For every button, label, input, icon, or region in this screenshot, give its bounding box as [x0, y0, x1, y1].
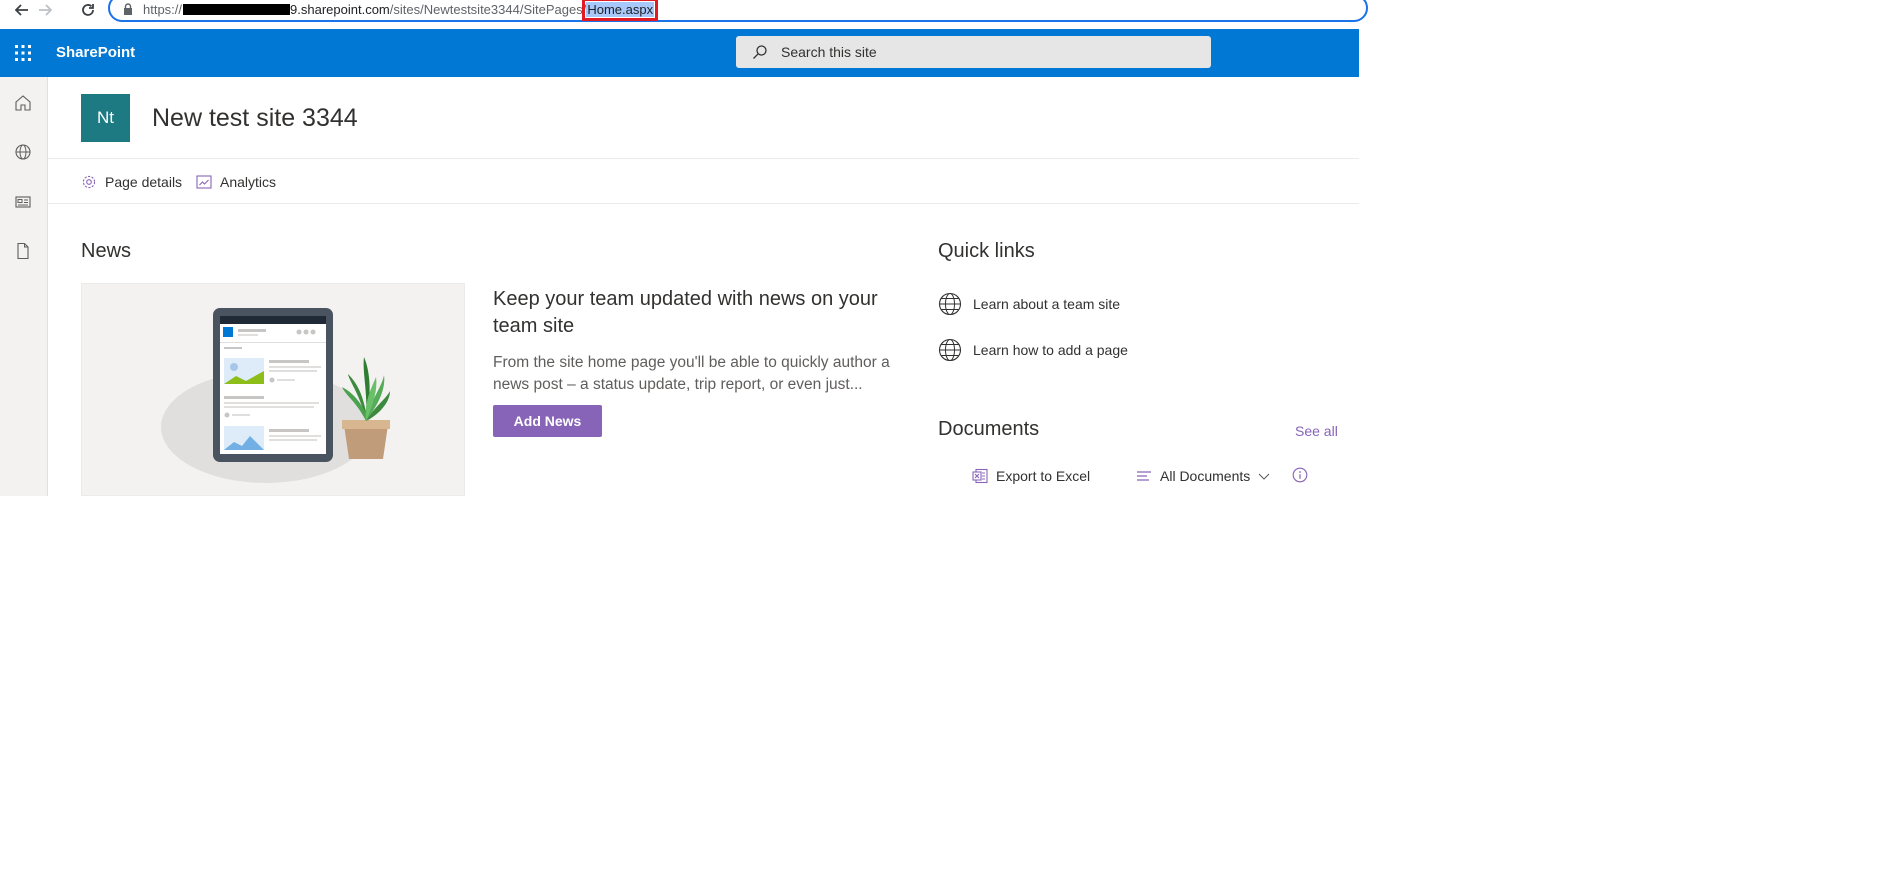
quick-link-label: Learn about a team site	[973, 296, 1121, 312]
news-heading: Keep your team updated with news on your…	[493, 288, 878, 337]
view-selector[interactable]: All Documents	[1136, 466, 1270, 486]
news-icon[interactable]	[14, 193, 32, 211]
info-icon[interactable]	[1292, 467, 1308, 483]
globe-icon[interactable]	[14, 143, 32, 161]
site-title[interactable]: New test site 3344	[152, 104, 358, 133]
documents-title[interactable]: Documents	[938, 418, 1039, 441]
app-launcher-icon[interactable]	[13, 43, 33, 63]
url-path: /sites/Newtestsite3344/SitePages/	[389, 2, 587, 17]
tablet-plant-illustration	[161, 308, 390, 483]
excel-icon	[972, 468, 988, 484]
analytics-button[interactable]: Analytics	[196, 172, 276, 192]
quick-link-item[interactable]: Learn about a team site	[938, 292, 1120, 316]
url-prefix: https://	[143, 2, 183, 17]
page-details-label: Page details	[105, 174, 183, 190]
site-logo[interactable]: Nt	[81, 94, 130, 142]
chevron-down-icon	[1258, 473, 1270, 480]
news-body-text: From the site home page you'll be able t…	[493, 354, 890, 393]
globe-icon	[938, 292, 962, 316]
globe-icon	[938, 338, 962, 362]
url-selected-text: Home.aspx	[582, 0, 659, 21]
reload-icon[interactable]	[79, 1, 97, 19]
search-placeholder: Search this site	[781, 44, 877, 60]
home-icon[interactable]	[14, 94, 32, 112]
gear-icon	[82, 175, 96, 189]
suite-bar: SharePoint Search this site	[0, 29, 1359, 77]
forward-arrow-icon[interactable]	[36, 1, 54, 19]
url-text[interactable]: https:// 9.sharepoint.com/sites/Newtestsi…	[143, 0, 659, 21]
lock-icon	[124, 3, 132, 15]
add-news-button[interactable]: Add News	[493, 405, 602, 437]
news-section-title[interactable]: News	[81, 240, 131, 263]
export-label: Export to Excel	[996, 468, 1091, 484]
view-label: All Documents	[1160, 468, 1251, 484]
document-icon[interactable]	[14, 242, 32, 260]
see-all-link[interactable]: See all	[1295, 423, 1338, 439]
export-to-excel-button[interactable]: Export to Excel	[972, 466, 1090, 486]
search-icon	[753, 45, 767, 59]
divider	[48, 158, 1359, 159]
analytics-icon	[196, 175, 212, 189]
back-arrow-icon[interactable]	[13, 1, 31, 19]
page-details-button[interactable]: Page details	[81, 172, 182, 192]
news-illustration	[81, 283, 465, 496]
brand-link[interactable]: SharePoint	[56, 44, 135, 61]
quick-link-item[interactable]: Learn how to add a page	[938, 338, 1128, 362]
quick-link-label: Learn how to add a page	[973, 342, 1128, 358]
divider	[48, 203, 1359, 204]
url-host: 9.sharepoint.com	[290, 2, 390, 17]
browser-toolbar: https:// 9.sharepoint.com/sites/Newtestsi…	[0, 0, 1368, 22]
list-view-icon	[1137, 471, 1151, 481]
quick-links-title: Quick links	[938, 240, 1035, 262]
left-app-bar	[0, 77, 48, 496]
analytics-label: Analytics	[220, 174, 277, 190]
redacted-block	[183, 4, 291, 15]
search-box[interactable]: Search this site	[736, 36, 1211, 68]
